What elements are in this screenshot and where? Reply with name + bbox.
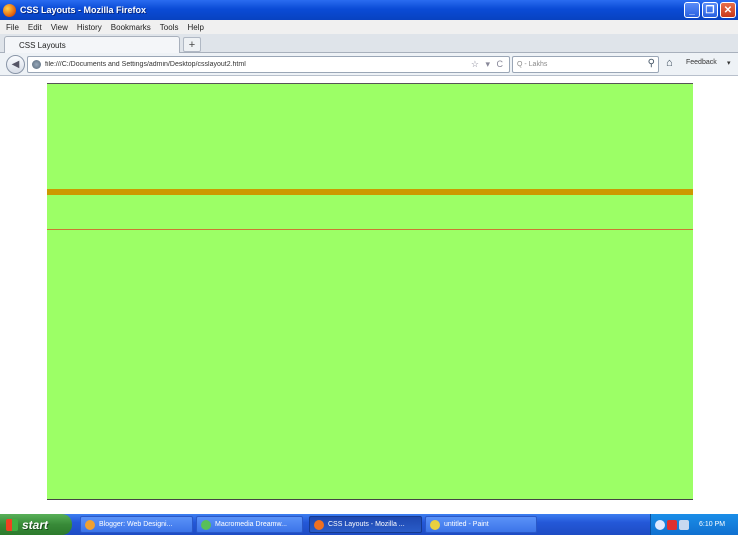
feedback-button[interactable]: Feedback — [686, 59, 717, 66]
header-section — [47, 84, 693, 188]
tab-bar: CSS Layouts + — [0, 34, 738, 53]
home-icon[interactable]: ⌂ — [666, 57, 673, 69]
window-controls: _ ❐ ✕ — [684, 2, 736, 18]
menu-edit[interactable]: Edit — [28, 23, 42, 32]
network-icon[interactable] — [655, 519, 665, 530]
browser-icon — [85, 519, 95, 530]
tab-css-layouts[interactable]: CSS Layouts — [4, 36, 180, 53]
task-dreamweaver[interactable]: Macromedia Dreamw... — [196, 516, 303, 533]
page-viewport — [0, 77, 738, 515]
url-text[interactable]: file:///C:/Documents and Settings/admin/… — [45, 61, 246, 68]
menu-help[interactable]: Help — [187, 23, 203, 32]
paint-icon — [430, 519, 440, 530]
task-paint[interactable]: untitled - Paint — [425, 516, 537, 533]
menu-history[interactable]: History — [77, 23, 102, 32]
bookmark-star-icon[interactable]: ☆ ▾ C — [471, 59, 505, 70]
footer-line — [47, 499, 693, 500]
task-blogger[interactable]: Blogger: Web Designi... — [80, 516, 193, 533]
task-firefox[interactable]: CSS Layouts - Mozilla ... — [309, 516, 422, 533]
chevron-down-icon[interactable]: ▾ — [727, 59, 731, 67]
site-identity-icon[interactable] — [32, 60, 41, 69]
maximize-button[interactable]: ❐ — [702, 2, 718, 18]
minimize-button[interactable]: _ — [684, 2, 700, 18]
menu-tools[interactable]: Tools — [160, 23, 179, 32]
start-button[interactable]: start — [0, 514, 72, 535]
search-input[interactable]: Q - Lakhs ⚲ — [512, 56, 659, 73]
system-tray: 6:10 PM — [650, 514, 738, 535]
volume-icon[interactable] — [679, 519, 689, 530]
start-label: start — [22, 517, 49, 532]
antivirus-icon[interactable] — [667, 519, 677, 530]
new-tab-button[interactable]: + — [183, 37, 201, 52]
menu-file[interactable]: File — [6, 23, 19, 32]
firefox-logo-icon — [3, 3, 16, 17]
menu-bar: File Edit View History Bookmarks Tools H… — [0, 20, 738, 34]
divider-bar — [47, 189, 693, 195]
search-icon[interactable]: ⚲ — [648, 58, 655, 69]
taskbar: start Blogger: Web Designi... Macromedia… — [0, 514, 738, 535]
task-label: CSS Layouts - Mozilla ... — [328, 521, 405, 528]
window-titlebar: CSS Layouts - Mozilla Firefox _ ❐ ✕ — [0, 0, 738, 20]
menu-bookmarks[interactable]: Bookmarks — [111, 23, 151, 32]
windows-logo-icon — [6, 518, 18, 531]
task-label: Blogger: Web Designi... — [99, 521, 173, 528]
layout-container — [47, 83, 693, 500]
dreamweaver-icon — [201, 519, 211, 530]
clock: 6:10 PM — [699, 521, 726, 528]
menu-view[interactable]: View — [51, 23, 68, 32]
task-label: Macromedia Dreamw... — [215, 521, 287, 528]
back-button[interactable]: ◀ — [6, 55, 25, 74]
url-bar[interactable]: file:///C:/Documents and Settings/admin/… — [27, 56, 510, 73]
navigation-bar: ◀ file:///C:/Documents and Settings/admi… — [0, 53, 738, 76]
close-button[interactable]: ✕ — [720, 2, 736, 18]
window-title: CSS Layouts - Mozilla Firefox — [20, 5, 147, 15]
nav-divider-line — [47, 229, 693, 230]
firefox-icon — [314, 519, 324, 530]
search-placeholder: Q - Lakhs — [517, 61, 548, 68]
task-label: untitled - Paint — [444, 521, 489, 528]
